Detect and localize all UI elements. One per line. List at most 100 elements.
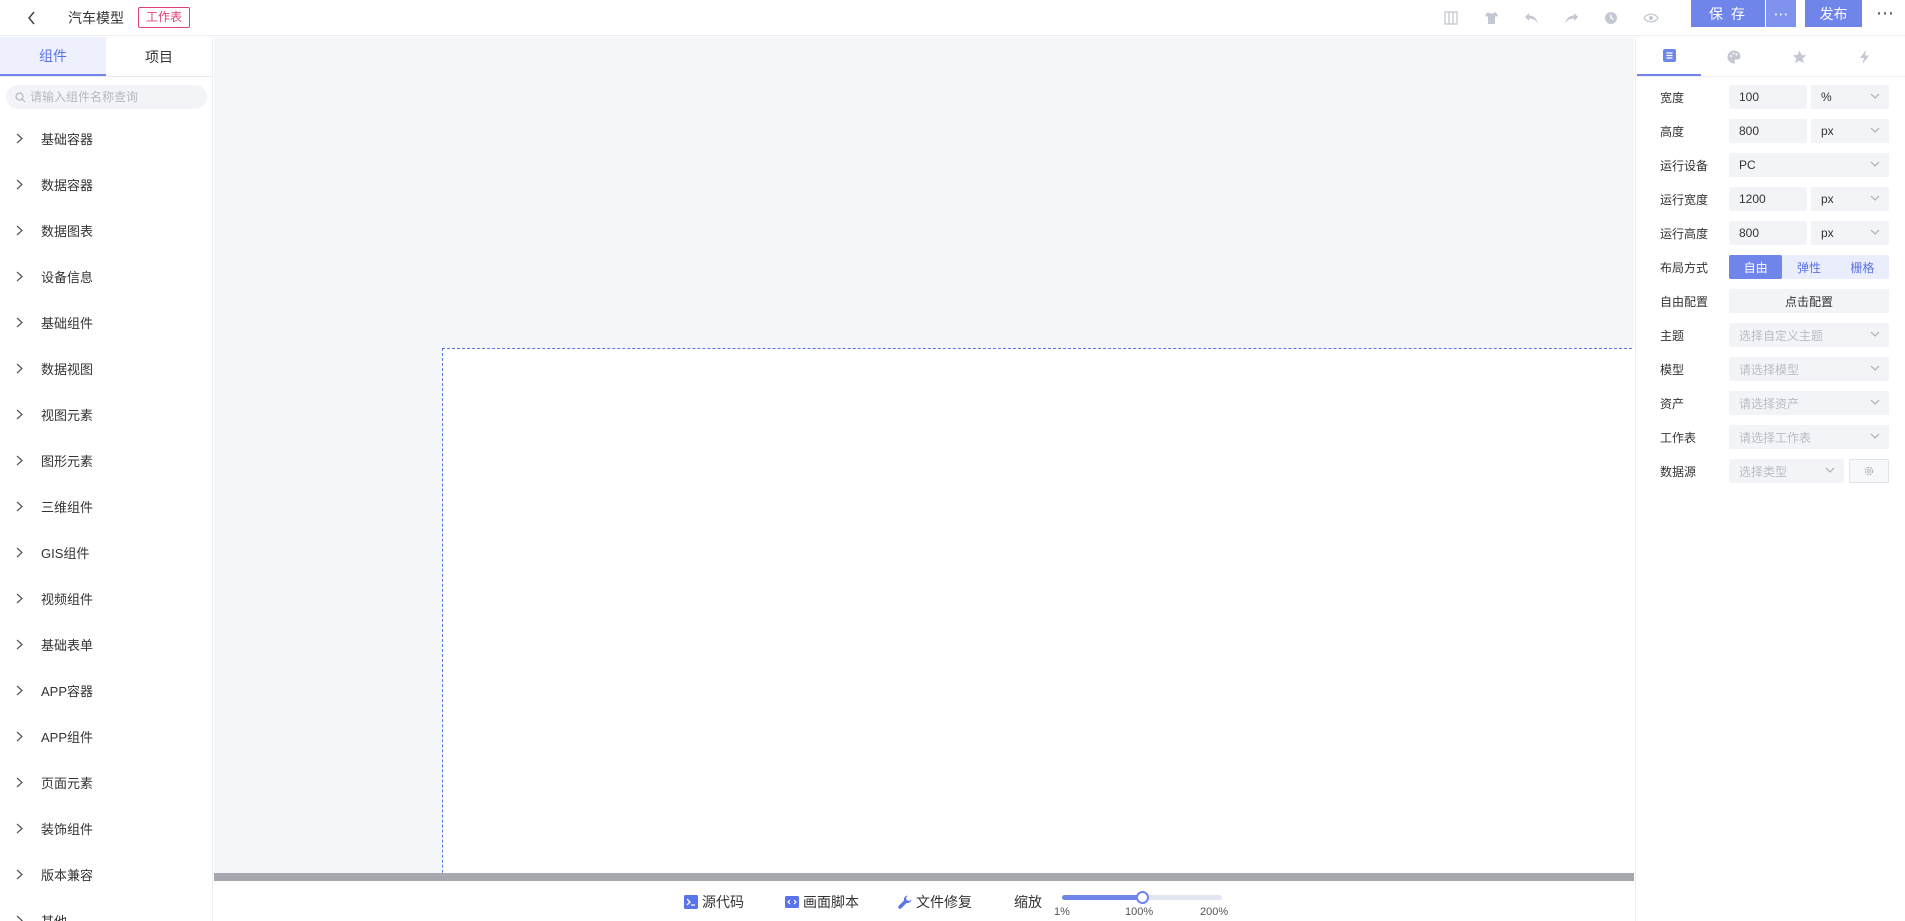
save-button[interactable]: 保 存 — [1691, 0, 1765, 27]
width-unit-select[interactable]: % — [1811, 85, 1889, 109]
prop-theme: 主题 选择自定义主题 — [1636, 318, 1905, 352]
category-item[interactable]: 基础容器 — [0, 115, 212, 161]
gear-icon — [1864, 466, 1874, 476]
category-label: 视频组件 — [41, 591, 94, 607]
chevron-left-icon — [27, 11, 35, 24]
chevron-right-icon — [16, 225, 26, 236]
prop-worksheet: 工作表 请选择工作表 — [1636, 420, 1905, 454]
bottom-bar: 源代码 画面脚本 文件修复 缩放 1% 100% 200% — [214, 881, 1634, 921]
save-options-button[interactable]: ⋯ — [1766, 0, 1796, 27]
category-item[interactable]: APP容器 — [0, 667, 212, 713]
source-code-label: 源代码 — [702, 894, 744, 910]
run-width-unit-select[interactable]: px — [1811, 187, 1889, 211]
shirt-icon[interactable] — [1471, 0, 1511, 36]
run-height-unit-select[interactable]: px — [1811, 221, 1889, 245]
tab-style[interactable] — [1702, 37, 1766, 76]
chevron-down-icon — [1870, 365, 1880, 371]
worksheet-placeholder: 请选择工作表 — [1739, 430, 1812, 445]
prop-label-layout: 布局方式 — [1660, 260, 1709, 275]
chevron-down-icon — [1870, 399, 1880, 405]
category-item[interactable]: APP组件 — [0, 713, 212, 759]
layout-option-flex[interactable]: 弹性 — [1782, 255, 1835, 279]
app-title: 汽车模型 — [68, 9, 124, 26]
chevron-right-icon — [16, 271, 26, 282]
category-item[interactable]: 其他 — [0, 897, 212, 921]
history-icon[interactable] — [1591, 0, 1631, 36]
undo-icon[interactable] — [1511, 0, 1551, 36]
configure-button[interactable]: 点击配置 — [1729, 289, 1889, 313]
category-item[interactable]: 设备信息 — [0, 253, 212, 299]
category-label: 其他 — [41, 913, 68, 921]
category-item[interactable]: 视图元素 — [0, 391, 212, 437]
redo-icon[interactable] — [1551, 0, 1591, 36]
chevron-right-icon — [16, 317, 26, 328]
theme-select[interactable]: 选择自定义主题 — [1729, 323, 1889, 347]
height-input[interactable]: 800 — [1729, 119, 1807, 143]
height-unit-select[interactable]: px — [1811, 119, 1889, 143]
layout-option-free[interactable]: 自由 — [1729, 255, 1783, 279]
category-item[interactable]: 基础组件 — [0, 299, 212, 345]
back-button[interactable] — [16, 11, 46, 25]
palette-icon — [1727, 50, 1741, 63]
search-input[interactable] — [30, 90, 200, 104]
prop-label-height: 高度 — [1660, 124, 1685, 139]
chevron-right-icon — [16, 363, 26, 374]
prop-label-width: 宽度 — [1660, 90, 1685, 105]
prop-run-width: 运行宽度 1200 px — [1636, 182, 1905, 216]
component-panel: 组件 项目 基础容器数据容器数据图表设备信息基础组件数据视图视图元素图形元素三维… — [0, 37, 213, 921]
run-width-input[interactable]: 1200 — [1729, 187, 1807, 211]
canvas-script-label: 画面脚本 — [803, 894, 859, 910]
tab-favorites[interactable] — [1767, 37, 1831, 76]
datasource-type-select[interactable]: 选择类型 — [1729, 459, 1844, 483]
design-canvas[interactable] — [442, 348, 1634, 873]
canvas-script-button[interactable]: 画面脚本 — [785, 892, 859, 912]
device-select[interactable]: PC — [1729, 153, 1889, 177]
category-item[interactable]: 页面元素 — [0, 759, 212, 805]
horizontal-scrollbar[interactable] — [214, 873, 1634, 881]
file-repair-button[interactable]: 文件修复 — [898, 892, 972, 912]
category-item[interactable]: GIS组件 — [0, 529, 212, 575]
publish-button[interactable]: 发布 — [1805, 0, 1862, 27]
tab-components[interactable]: 组件 — [0, 37, 106, 76]
file-repair-label: 文件修复 — [916, 894, 972, 910]
zoom-label: 缩放 — [1014, 894, 1042, 910]
category-item[interactable]: 数据图表 — [0, 207, 212, 253]
category-item[interactable]: 基础表单 — [0, 621, 212, 667]
category-item[interactable]: 三维组件 — [0, 483, 212, 529]
tab-properties[interactable] — [1637, 37, 1701, 76]
canvas-area[interactable] — [214, 37, 1634, 873]
width-input[interactable]: 100 — [1729, 85, 1807, 109]
zoom-thumb[interactable] — [1136, 891, 1149, 904]
category-label: 三维组件 — [41, 499, 94, 515]
asset-select[interactable]: 请选择资产 — [1729, 391, 1889, 415]
category-item[interactable]: 版本兼容 — [0, 851, 212, 897]
tab-project[interactable]: 项目 — [106, 37, 212, 76]
worksheet-select[interactable]: 请选择工作表 — [1729, 425, 1889, 449]
category-label: GIS组件 — [41, 545, 90, 561]
category-item[interactable]: 视频组件 — [0, 575, 212, 621]
more-menu-button[interactable]: ⋯ — [1870, 0, 1900, 27]
run-height-input[interactable]: 800 — [1729, 221, 1807, 245]
model-select[interactable]: 请选择模型 — [1729, 357, 1889, 381]
category-label: 装饰组件 — [41, 821, 94, 837]
layout-option-grid[interactable]: 栅格 — [1836, 255, 1889, 279]
chevron-down-icon — [1870, 331, 1880, 337]
zoom-slider[interactable]: 1% 100% 200% — [1054, 889, 1228, 919]
prop-label-model: 模型 — [1660, 362, 1685, 377]
category-item[interactable]: 图形元素 — [0, 437, 212, 483]
terminal-icon — [684, 895, 698, 909]
category-item[interactable]: 数据视图 — [0, 345, 212, 391]
chevron-right-icon — [16, 915, 26, 921]
tab-events[interactable] — [1832, 37, 1896, 76]
category-item[interactable]: 装饰组件 — [0, 805, 212, 851]
eye-icon[interactable] — [1631, 0, 1671, 36]
category-item[interactable]: 数据容器 — [0, 161, 212, 207]
source-code-button[interactable]: 源代码 — [684, 892, 744, 912]
zoom-fill — [1062, 895, 1142, 900]
category-list: 基础容器 数据容器 数据图表设备信息基础组件 数据视图视图元素图形元素三维组件 GIS组… — [0, 115, 212, 921]
category-label: 视图元素 — [41, 407, 94, 423]
prop-label-run-height: 运行高度 — [1660, 226, 1709, 241]
category-label: 设备信息 — [41, 269, 94, 285]
datasource-settings-button[interactable] — [1849, 459, 1889, 483]
grid-icon[interactable] — [1431, 0, 1471, 36]
